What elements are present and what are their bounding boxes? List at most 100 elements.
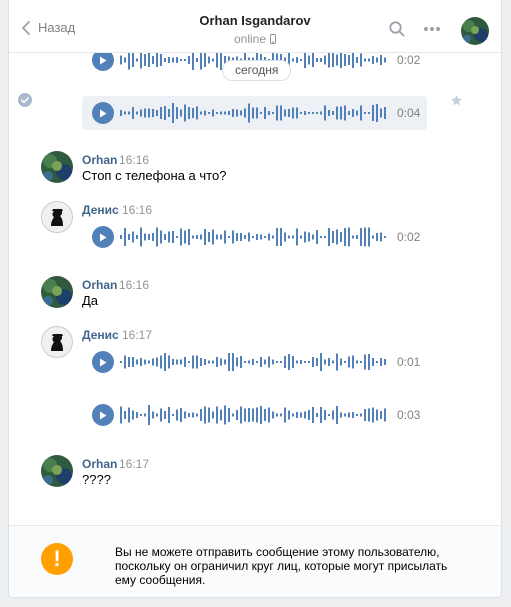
voice-message-selected[interactable]: 0:04	[82, 96, 427, 130]
warning-icon: !	[41, 543, 73, 575]
waveform-bar	[312, 234, 314, 240]
avatar[interactable]	[461, 17, 489, 45]
waveform-bar	[276, 361, 278, 363]
waveform-bar	[324, 236, 326, 238]
waveform-bar	[132, 53, 134, 67]
waveform-bar	[180, 228, 182, 246]
waveform-bar	[140, 414, 142, 416]
waveform-bar	[292, 107, 294, 119]
waveform-bar	[120, 406, 122, 424]
sender-name[interactable]: Денис	[82, 203, 119, 217]
waveform-bar	[312, 112, 314, 114]
waveform	[120, 353, 386, 371]
avatar[interactable]	[41, 276, 73, 308]
waveform-bar	[364, 354, 366, 370]
waveform-bar	[208, 56, 210, 64]
waveform-bar	[124, 111, 126, 115]
waveform-bar	[236, 233, 238, 241]
waveform-bar	[280, 413, 282, 417]
waveform-bar	[264, 107, 266, 119]
avatar[interactable]	[41, 151, 73, 183]
avatar[interactable]	[41, 201, 73, 233]
avatar[interactable]	[41, 455, 73, 487]
waveform-bar	[216, 406, 218, 424]
sender-name[interactable]: Orhan	[82, 457, 117, 471]
sender-name[interactable]: Денис	[82, 328, 119, 342]
waveform-bar	[256, 361, 258, 363]
voice-duration: 0:03	[397, 408, 421, 422]
waveform-bar	[292, 356, 294, 368]
waveform-bar	[232, 353, 234, 371]
star-icon[interactable]	[450, 94, 463, 107]
waveform-bar	[148, 234, 150, 240]
waveform-bar	[164, 411, 166, 419]
back-label: Назад	[38, 20, 76, 35]
waveform-bar	[136, 412, 138, 418]
avatar[interactable]	[41, 326, 73, 358]
waveform-bar	[264, 359, 266, 365]
waveform-bar	[304, 411, 306, 419]
waveform-bar	[128, 50, 130, 70]
waveform-bar	[256, 407, 258, 423]
waveform-bar	[304, 231, 306, 243]
message-text: Да	[82, 293, 99, 308]
more-icon[interactable]	[423, 26, 441, 32]
waveform-bar	[356, 235, 358, 239]
waveform-bar	[336, 406, 338, 424]
waveform-bar	[368, 112, 370, 114]
check-circle-icon[interactable]	[18, 93, 32, 107]
waveform-bar	[128, 111, 130, 115]
waveform-bar	[340, 358, 342, 366]
waveform-bar	[192, 235, 194, 239]
waveform-bar	[244, 235, 246, 239]
waveform-bar	[180, 109, 182, 117]
waveform-bar	[328, 228, 330, 246]
waveform-bar	[144, 359, 146, 365]
waveform-bar	[148, 360, 150, 364]
search-icon[interactable]	[389, 21, 405, 37]
waveform-bar	[364, 112, 366, 114]
waveform-bar	[156, 53, 158, 67]
waveform-bar	[344, 105, 346, 121]
waveform-bar	[244, 108, 246, 118]
waveform-bar	[212, 109, 214, 117]
waveform-bar	[232, 413, 234, 417]
sender-name[interactable]: Orhan	[82, 278, 117, 292]
waveform-bar	[240, 356, 242, 368]
waveform-bar	[188, 56, 190, 64]
play-button[interactable]	[92, 226, 114, 248]
waveform-bar	[180, 359, 182, 365]
waveform-bar	[256, 234, 258, 240]
waveform-bar	[224, 359, 226, 365]
waveform-bar	[380, 358, 382, 366]
waveform-bar	[384, 57, 386, 63]
waveform-bar	[276, 228, 278, 246]
waveform-bar	[144, 54, 146, 66]
waveform-bar	[320, 353, 322, 371]
waveform-bar	[288, 235, 290, 239]
waveform-bar	[224, 111, 226, 115]
waveform-bar	[244, 361, 246, 363]
waveform-bar	[176, 107, 178, 119]
waveform-bar	[248, 103, 250, 123]
waveform	[120, 103, 386, 123]
waveform-bar	[280, 228, 282, 246]
waveform-bar	[180, 408, 182, 422]
back-button[interactable]: Назад	[21, 20, 75, 35]
waveform-bar	[296, 360, 298, 364]
waveform-bar	[360, 361, 362, 363]
waveform-bar	[344, 54, 346, 66]
waveform-bar	[228, 236, 230, 238]
waveform-bar	[272, 235, 274, 239]
waveform-bar	[120, 55, 122, 65]
waveform-bar	[224, 230, 226, 244]
sender-name[interactable]: Orhan	[82, 153, 117, 167]
waveform-bar	[240, 233, 242, 241]
waveform-bar	[352, 52, 354, 68]
play-button[interactable]	[92, 351, 114, 373]
chat-header: Назад Orhan Isgandarov online	[9, 0, 501, 53]
waveform-bar	[188, 361, 190, 363]
waveform-bar	[160, 408, 162, 422]
play-button[interactable]	[92, 102, 114, 124]
play-button[interactable]	[92, 404, 114, 426]
